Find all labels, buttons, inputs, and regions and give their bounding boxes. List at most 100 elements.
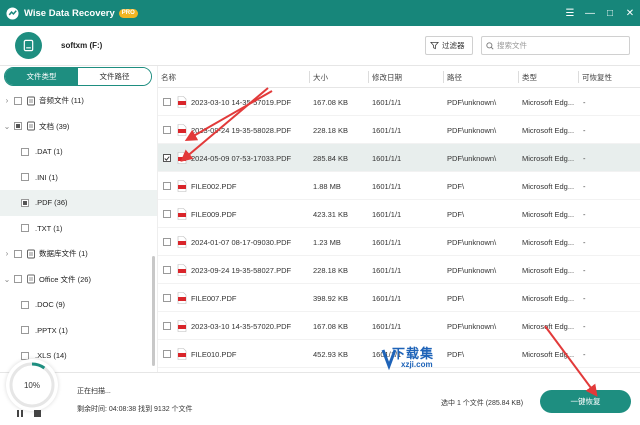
column-date[interactable]: 修改日期 <box>369 66 402 88</box>
file-date: 1601/1/1 <box>372 209 402 219</box>
chevron-down-icon[interactable]: ⌄ <box>3 275 11 284</box>
file-recoverability: - <box>583 265 586 275</box>
row-checkbox[interactable] <box>163 294 171 302</box>
tree-item-label: .INI (1) <box>35 172 58 182</box>
file-path: PDF\unknown\ <box>447 125 497 135</box>
file-size: 1.23 MB <box>313 237 341 247</box>
footer: 10% 正在扫描... 剩余时间: 04:08:38 找到 9132 个文件 选… <box>0 359 640 425</box>
stop-button[interactable] <box>34 410 41 417</box>
pause-button[interactable] <box>17 410 25 417</box>
sidebar-scrollbar[interactable] <box>152 256 155 366</box>
window-controls: ☰ — □ ✕ <box>560 0 640 26</box>
tree-checkbox[interactable] <box>14 96 22 105</box>
tab-file-path[interactable]: 文件路径 <box>78 68 151 85</box>
tree-checkbox[interactable] <box>21 147 29 156</box>
tree-checkbox[interactable] <box>14 275 22 284</box>
tree-checkbox[interactable] <box>21 300 29 309</box>
table-row[interactable]: 2023-09-24 19-35-58028.PDF 228.18 KB 1601/… <box>158 116 640 144</box>
column-size[interactable]: 大小 <box>310 66 328 88</box>
file-recoverability: - <box>583 181 586 191</box>
column-type[interactable]: 类型 <box>519 66 537 88</box>
row-checkbox[interactable] <box>163 322 171 330</box>
tree-item[interactable]: ⌄ 文档 (39) <box>0 114 157 140</box>
menu-icon[interactable]: ☰ <box>560 0 580 26</box>
search-input[interactable] <box>497 41 617 50</box>
column-recoverability[interactable]: 可恢复性 <box>579 66 612 88</box>
maximize-icon[interactable]: □ <box>600 0 620 26</box>
table-row[interactable]: 2023-09-24 19-35-58027.PDF 228.18 KB 1601/… <box>158 256 640 284</box>
tree-checkbox[interactable] <box>21 198 29 207</box>
office-icon <box>27 274 35 284</box>
file-name: 2023-03-10 14-35-57019.PDF <box>191 97 292 107</box>
table-row[interactable]: FILE009.PDF 423.31 KB 1601/1/1 PDF\ Microsof… <box>158 200 640 228</box>
tree-item[interactable]: .DOC (9) <box>0 292 157 318</box>
row-checkbox[interactable] <box>163 154 171 162</box>
tree-item[interactable]: ⌄ Office 文件 (26) <box>0 267 157 293</box>
chevron-right-icon[interactable]: › <box>3 249 11 258</box>
tree-item-label: .TXT (1) <box>35 223 63 233</box>
tree-item-label: .PPTX (1) <box>35 325 68 335</box>
table-row[interactable]: FILE007.PDF 398.92 KB 1601/1/1 PDF\ Microsof… <box>158 284 640 312</box>
row-checkbox[interactable] <box>163 350 171 358</box>
checkmark-icon <box>164 155 170 161</box>
file-path: PDF\unknown\ <box>447 321 497 331</box>
tree-item[interactable]: › 数据库文件 (1) <box>0 241 157 267</box>
minimize-icon[interactable]: — <box>580 0 600 26</box>
progress-percent: 10% <box>23 380 40 390</box>
tree-item[interactable]: .DAT (1) <box>0 139 157 165</box>
row-checkbox[interactable] <box>163 182 171 190</box>
file-recoverability: - <box>583 349 586 359</box>
row-checkbox[interactable] <box>163 266 171 274</box>
tree-checkbox[interactable] <box>21 224 29 233</box>
recover-button[interactable]: 一键恢复 <box>540 390 631 413</box>
tree-item[interactable]: .PDF (36) <box>0 190 157 216</box>
file-name: 2023-09-24 19-35-58028.PDF <box>191 125 292 135</box>
tree-item[interactable]: › 音频文件 (11) <box>0 88 157 114</box>
tree-item[interactable]: .TXT (1) <box>0 216 157 242</box>
pause-icon <box>21 410 23 417</box>
file-date: 1601/1/1 <box>372 125 402 135</box>
tree-checkbox[interactable] <box>21 326 29 335</box>
tab-file-type[interactable]: 文件类型 <box>5 68 78 85</box>
audio-icon <box>27 96 35 106</box>
pdf-file-icon <box>177 152 187 164</box>
column-path[interactable]: 路径 <box>444 66 462 88</box>
table-row[interactable]: FILE002.PDF 1.88 MB 1601/1/1 PDF\ Microsoft … <box>158 172 640 200</box>
tree-item-label: Office 文件 (26) <box>39 274 91 284</box>
tree-checkbox[interactable] <box>14 249 22 258</box>
row-checkbox[interactable] <box>163 210 171 218</box>
row-checkbox[interactable] <box>163 98 171 106</box>
table-row[interactable]: 2023-03-10 14-35-57020.PDF 167.08 KB 1601/… <box>158 312 640 340</box>
pdf-file-icon <box>177 292 187 304</box>
app-logo-icon <box>6 6 19 20</box>
file-path: PDF\unknown\ <box>447 153 497 163</box>
category-tree: › 音频文件 (11) ⌄ 文档 (39) .DAT (1) .INI (1) .PDF (… <box>0 88 157 369</box>
chevron-down-icon[interactable]: ⌄ <box>3 122 11 131</box>
close-icon[interactable]: ✕ <box>620 0 640 26</box>
column-name[interactable]: 名称 <box>158 66 176 88</box>
filter-button[interactable]: 过滤器 <box>425 36 473 55</box>
drive-icon <box>23 39 34 52</box>
file-date: 1601/1/1 <box>372 97 402 107</box>
search-box[interactable] <box>481 36 630 55</box>
table-row[interactable]: 2024-05-09 07-53-17033.PDF 285.84 KB 1601/… <box>158 144 640 172</box>
tree-checkbox[interactable] <box>14 122 22 131</box>
row-checkbox[interactable] <box>163 238 171 246</box>
tree-item[interactable]: .PPTX (1) <box>0 318 157 344</box>
row-checkbox[interactable] <box>163 126 171 134</box>
pdf-file-icon <box>177 124 187 136</box>
tree-item[interactable]: .INI (1) <box>0 165 157 191</box>
file-name: 2023-03-10 14-35-57020.PDF <box>191 321 292 331</box>
chevron-right-icon[interactable]: › <box>3 96 11 105</box>
tree-checkbox[interactable] <box>21 173 29 182</box>
file-date: 1601/1/1 <box>372 321 402 331</box>
file-name: FILE002.PDF <box>191 181 237 191</box>
table-row[interactable]: 2023-03-10 14-35-57019.PDF 167.08 KB 1601/… <box>158 88 640 116</box>
scan-stats: 剩余时间: 04:08:38 找到 9132 个文件 <box>77 406 193 413</box>
table-row[interactable]: 2024-01-07 08-17-09030.PDF 1.23 MB 1601/1/… <box>158 228 640 256</box>
file-path: PDF\unknown\ <box>447 265 497 275</box>
file-path: PDF\ <box>447 209 465 219</box>
header: softxm (F:) 过滤器 <box>0 26 640 66</box>
tree-item-label: .DAT (1) <box>35 147 63 157</box>
file-recoverability: - <box>583 321 586 331</box>
